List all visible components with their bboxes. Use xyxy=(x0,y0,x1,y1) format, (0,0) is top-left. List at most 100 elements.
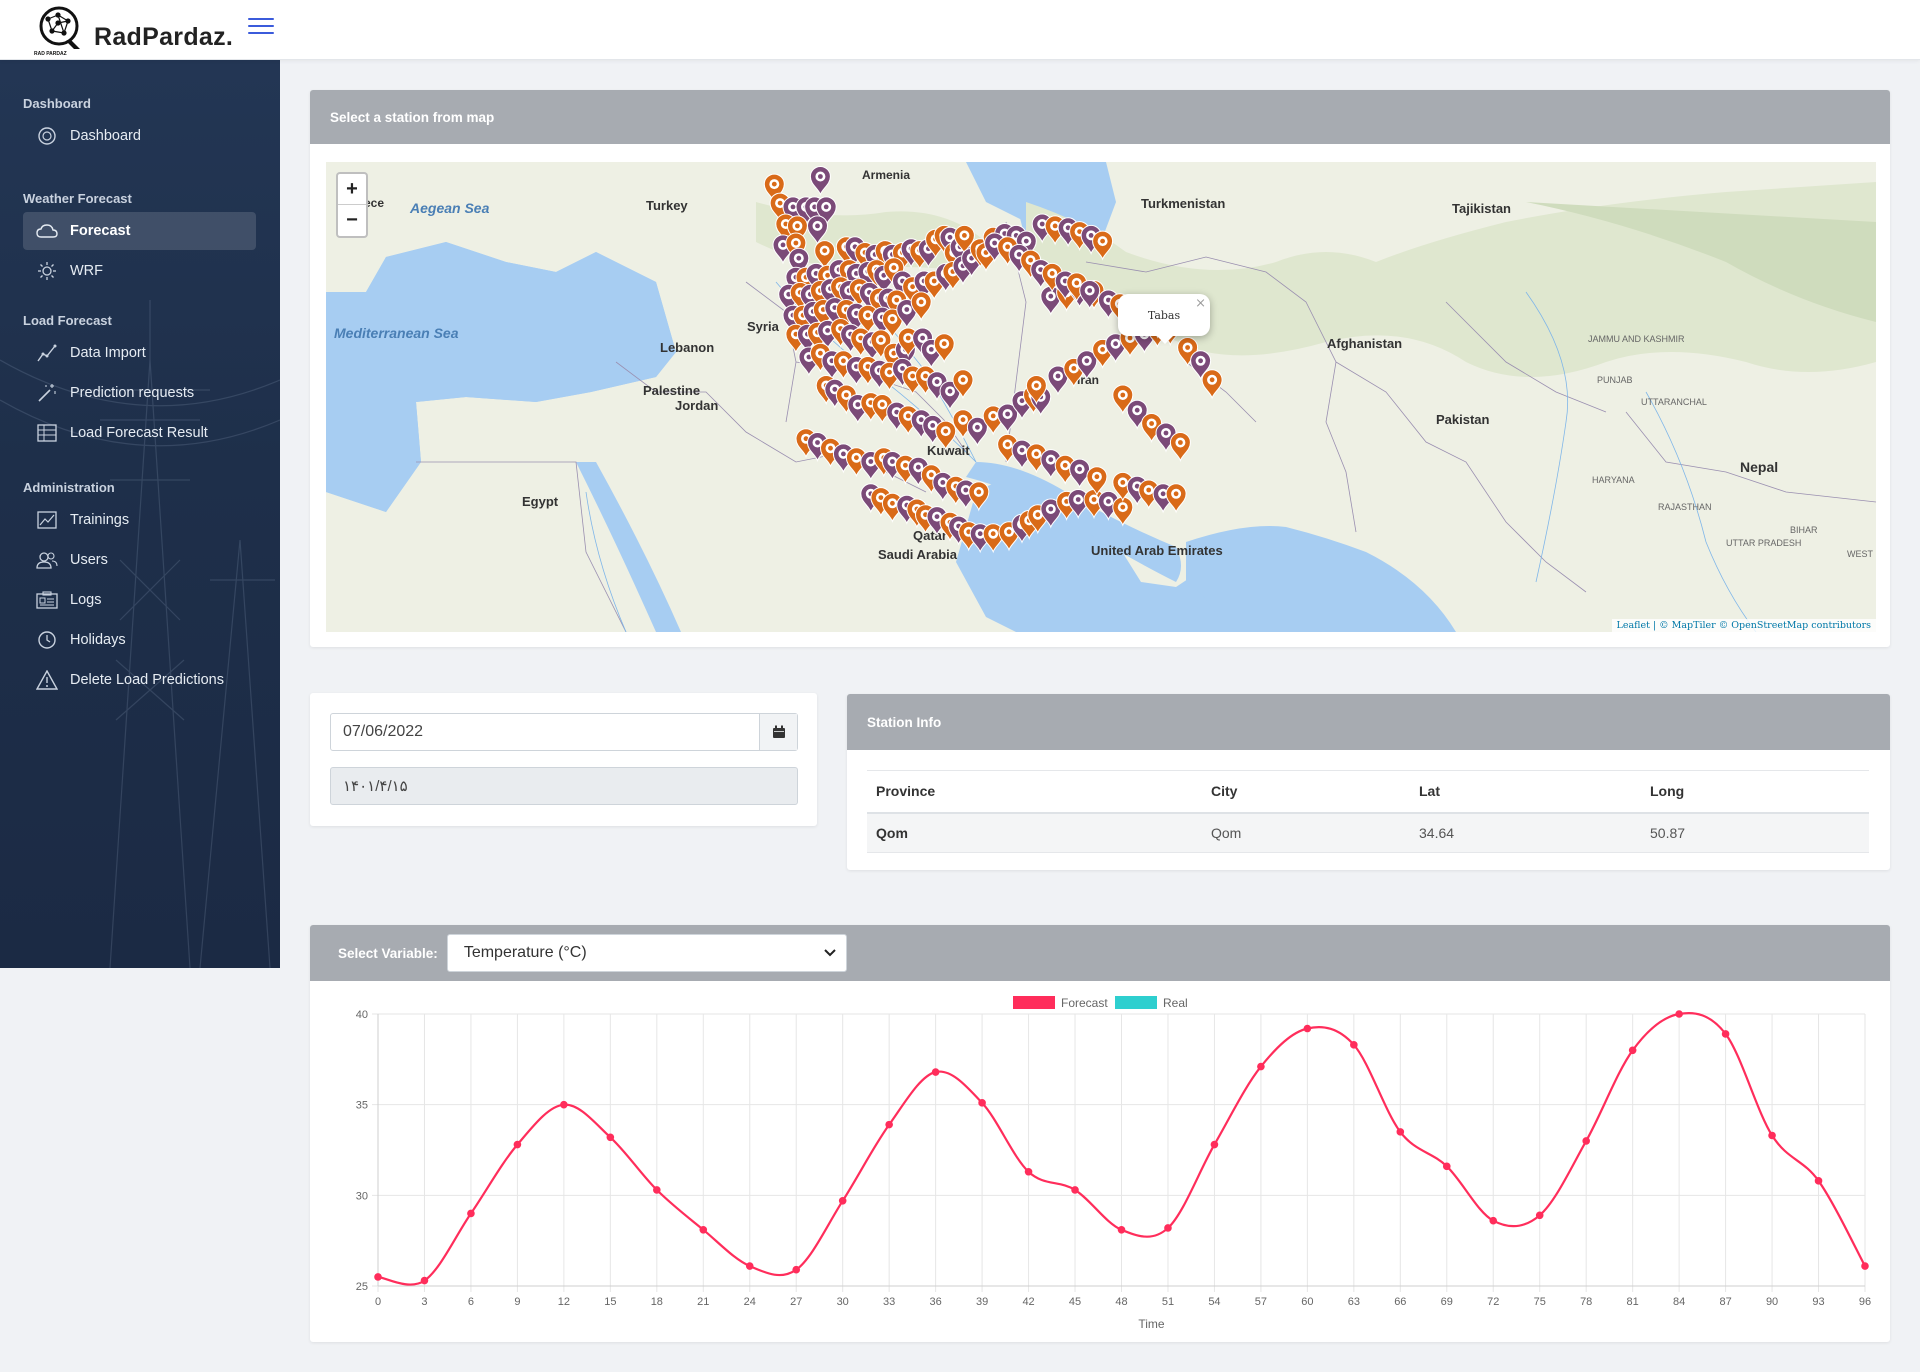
data-point[interactable] xyxy=(606,1133,615,1142)
zoom-out-button[interactable]: − xyxy=(338,205,366,236)
chart-card: Select Variable: Temperature (°C) 25 30 35… xyxy=(310,925,1890,1342)
map-label: Mediterranean Sea xyxy=(334,325,459,341)
sidebar-item-prediction-requests[interactable]: Prediction requests xyxy=(23,374,256,412)
persian-date-field: ۱۴۰۱/۴/۱۵ xyxy=(330,767,798,805)
sidebar-item-data-import[interactable]: Data Import xyxy=(23,334,256,372)
x-tick-label: 66 xyxy=(1394,1296,1406,1308)
legend-swatch-forecast[interactable] xyxy=(1013,996,1055,1009)
data-point[interactable] xyxy=(1628,1046,1637,1055)
data-point[interactable] xyxy=(1489,1216,1498,1225)
column-header-lat: Lat xyxy=(1410,770,1641,814)
x-tick-label: 3 xyxy=(421,1296,427,1308)
sidebar-item-delete-load-predictions[interactable]: Delete Load Predictions xyxy=(23,661,256,699)
data-point[interactable] xyxy=(1024,1167,1033,1176)
x-tick-label: 54 xyxy=(1208,1296,1220,1308)
data-point[interactable] xyxy=(1675,1010,1683,1018)
warning-icon xyxy=(35,668,59,692)
data-point[interactable] xyxy=(1768,1131,1776,1140)
data-point[interactable] xyxy=(699,1225,708,1234)
data-point[interactable] xyxy=(1164,1224,1172,1232)
data-point[interactable] xyxy=(1071,1186,1079,1194)
sidebar-item-label: Delete Load Predictions xyxy=(70,672,224,688)
hamburger-menu-icon[interactable] xyxy=(248,18,274,38)
x-tick-label: 36 xyxy=(930,1296,942,1308)
sidebar: Dashboard Dashboard Weather Forecast For… xyxy=(0,60,280,968)
x-tick-label: 18 xyxy=(651,1296,663,1308)
data-point[interactable] xyxy=(513,1140,522,1149)
clock-icon xyxy=(35,628,59,652)
station-popup: Tabas × xyxy=(1118,294,1210,344)
map-label: Kuwait xyxy=(927,443,970,458)
x-tick-label: 12 xyxy=(558,1296,570,1308)
data-point[interactable] xyxy=(1303,1024,1312,1033)
legend-label-forecast[interactable]: Forecast xyxy=(1061,996,1108,1010)
sidebar-item-forecast[interactable]: Forecast xyxy=(23,212,256,250)
x-tick-label: 24 xyxy=(744,1296,756,1308)
zoom-control: + − xyxy=(336,172,368,238)
data-point[interactable] xyxy=(885,1120,893,1129)
zoom-in-button[interactable]: + xyxy=(338,174,366,205)
x-tick-label: 33 xyxy=(883,1296,895,1308)
data-point[interactable] xyxy=(1396,1128,1405,1136)
data-point[interactable] xyxy=(420,1276,429,1285)
popup-close-icon[interactable]: × xyxy=(1195,296,1206,311)
data-point[interactable] xyxy=(560,1100,568,1109)
data-point[interactable] xyxy=(1442,1162,1451,1171)
x-tick-label: 57 xyxy=(1255,1296,1267,1308)
column-header-province: Province xyxy=(867,770,1202,814)
calendar-icon[interactable] xyxy=(759,714,797,750)
date-input-value[interactable]: 07/06/2022 xyxy=(331,714,759,750)
data-point[interactable] xyxy=(467,1209,475,1218)
map-label: Turkey xyxy=(646,198,688,213)
data-point[interactable] xyxy=(1210,1140,1219,1149)
data-point[interactable] xyxy=(978,1099,986,1107)
legend-swatch-real[interactable] xyxy=(1115,996,1157,1009)
sidebar-item-dashboard[interactable]: Dashboard xyxy=(23,117,256,155)
sidebar-item-label: Logs xyxy=(70,592,102,608)
data-point[interactable] xyxy=(1535,1211,1544,1220)
data-point[interactable] xyxy=(1814,1177,1823,1185)
map-tiles[interactable]: ArmeniaTurkeyAegean SeaeceMediterranean … xyxy=(326,162,1876,632)
x-tick-label: 45 xyxy=(1069,1296,1081,1308)
map-label: PUNJAB xyxy=(1597,375,1633,385)
data-point[interactable] xyxy=(792,1265,801,1274)
map-label: Qatar xyxy=(913,528,947,543)
x-tick-label: 60 xyxy=(1301,1296,1313,1308)
map-label: BIHAR xyxy=(1790,525,1818,535)
sidebar-item-label: Users xyxy=(70,552,108,568)
sidebar-section-0: Dashboard xyxy=(23,96,91,111)
data-point[interactable] xyxy=(1257,1062,1265,1071)
radpardaz-logo[interactable]: RAD PARDAZ xyxy=(30,5,88,57)
data-point[interactable] xyxy=(745,1262,754,1270)
data-point[interactable] xyxy=(1117,1225,1126,1234)
table-row: Qom Qom 34.64 50.87 xyxy=(867,812,1869,853)
map-attribution[interactable]: Leaflet | © MapTiler © OpenStreetMap con… xyxy=(1611,619,1876,632)
sidebar-item-wrf[interactable]: WRF xyxy=(23,252,256,290)
data-point[interactable] xyxy=(1861,1262,1869,1270)
date-input[interactable]: 07/06/2022 xyxy=(330,713,798,751)
data-point[interactable] xyxy=(374,1273,382,1281)
sidebar-item-trainings[interactable]: Trainings xyxy=(23,501,256,539)
data-point[interactable] xyxy=(1721,1030,1730,1038)
data-point[interactable] xyxy=(838,1196,847,1205)
legend-label-real[interactable]: Real xyxy=(1163,996,1188,1010)
x-axis-title: Time xyxy=(1138,1317,1165,1331)
sidebar-item-holidays[interactable]: Holidays xyxy=(23,621,256,659)
sidebar-item-label: Trainings xyxy=(70,512,130,528)
map-label: UTTAR PRADESH xyxy=(1726,538,1801,548)
sidebar-item-users[interactable]: Users xyxy=(23,541,256,579)
sidebar-item-logs[interactable]: Logs xyxy=(23,581,256,619)
data-point[interactable] xyxy=(653,1186,661,1194)
brand-name[interactable]: RadPardaz. xyxy=(94,23,233,52)
variable-select[interactable]: Temperature (°C) xyxy=(446,934,847,972)
data-point[interactable] xyxy=(1350,1041,1358,1049)
data-point[interactable] xyxy=(1582,1137,1590,1145)
x-tick-label: 30 xyxy=(837,1296,849,1308)
map-label: Pakistan xyxy=(1436,412,1490,427)
sidebar-item-load-forecast-result[interactable]: Load Forecast Result xyxy=(23,414,256,452)
map-label: Jordan xyxy=(675,398,718,413)
data-point[interactable] xyxy=(931,1068,940,1076)
map-label: Syria xyxy=(747,319,780,334)
sidebar-section-1: Weather Forecast xyxy=(23,191,132,206)
station-map[interactable]: Armenia Turkey Aegean Sea ece Mediterranean … xyxy=(326,162,1876,632)
